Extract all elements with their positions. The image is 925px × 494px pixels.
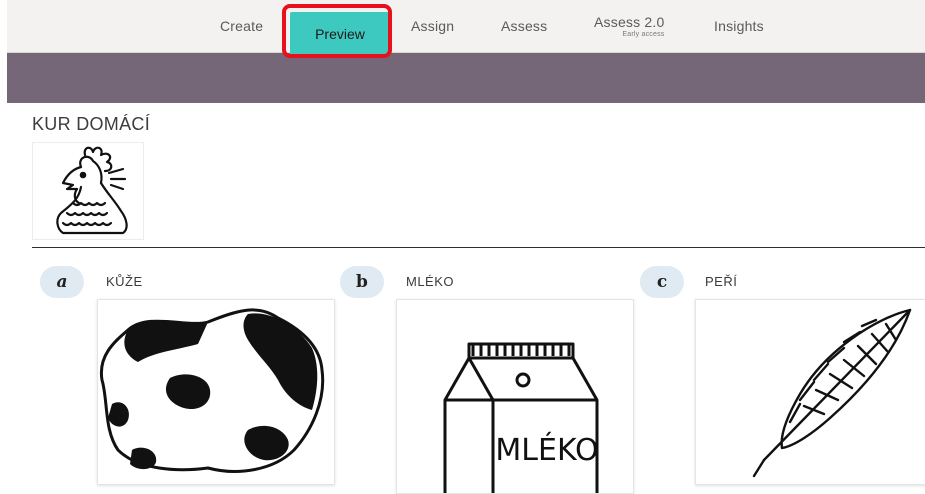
option-c-letter: c xyxy=(656,272,668,292)
option-a-label: KŮŽE xyxy=(106,274,143,289)
tab-insights-label: Insights xyxy=(714,18,764,34)
milk-carton-text: MLÉKO xyxy=(495,432,598,468)
tab-assign[interactable]: Assign xyxy=(411,0,454,52)
option-b-badge[interactable]: b xyxy=(340,266,384,298)
top-navigation: Create Assign Assess Assess 2.0 Early ac… xyxy=(0,0,925,53)
option-a-letter: a xyxy=(56,272,68,292)
feather-icon xyxy=(752,308,912,478)
option-b-card[interactable]: MLÉKO xyxy=(396,299,634,494)
option-c-badge[interactable]: c xyxy=(640,266,684,298)
question-title: KUR DOMÁCÍ xyxy=(32,114,151,134)
early-access-sublabel: Early access xyxy=(622,31,665,38)
header-banner xyxy=(7,53,925,103)
tab-assess[interactable]: Assess xyxy=(501,0,547,52)
tab-create-label: Create xyxy=(220,18,264,34)
tab-create[interactable]: Create xyxy=(220,0,263,52)
cow-hide-icon xyxy=(99,308,325,473)
question-image xyxy=(32,142,144,240)
divider xyxy=(32,247,925,248)
tab-insights[interactable]: Insights xyxy=(714,0,764,52)
option-b-label: MLÉKO xyxy=(406,274,455,289)
option-c-label: PEŘÍ xyxy=(705,274,738,289)
tab-preview[interactable]: Preview xyxy=(290,12,390,56)
option-b-letter: b xyxy=(356,272,368,292)
tab-assign-label: Assign xyxy=(411,18,455,34)
tab-preview-label: Preview xyxy=(315,26,365,42)
option-a-badge[interactable]: a xyxy=(40,266,84,298)
tab-assess-label: Assess xyxy=(501,18,548,34)
left-edge xyxy=(0,0,7,492)
option-a-card[interactable] xyxy=(97,299,335,485)
tab-assess-2[interactable]: Assess 2.0 Early access xyxy=(594,0,664,52)
tab-assess-2-label: Assess 2.0 xyxy=(594,14,665,30)
rooster-icon xyxy=(56,146,128,235)
option-c-card[interactable] xyxy=(695,299,925,485)
milk-carton-icon: MLÉKO xyxy=(443,342,599,493)
